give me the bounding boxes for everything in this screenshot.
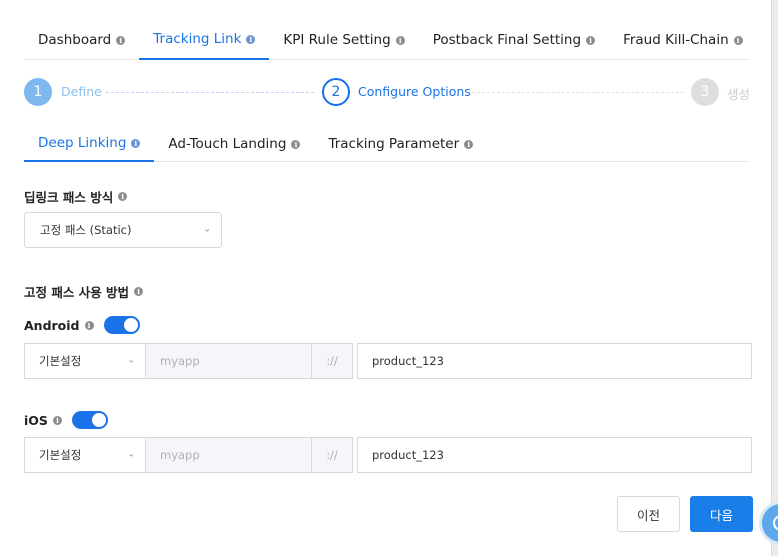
usage-title: 고정 패스 사용 방법 i (24, 282, 144, 301)
step-connector (472, 92, 684, 93)
subtab-deep-linking[interactable]: Deep Linking i (24, 126, 155, 162)
info-icon[interactable]: i (134, 287, 144, 296)
android-toggle-row: Android i (24, 316, 140, 334)
tab-label: Tracking Link (153, 31, 242, 47)
tab-tracking-link[interactable]: Tracking Link i (139, 20, 270, 60)
subtab-tracking-parameter[interactable]: Tracking Parameter i (314, 126, 487, 162)
android-scheme-input[interactable]: myapp (146, 343, 312, 379)
step-connector (106, 92, 314, 93)
tab-label: Fraud Kill-Chain (623, 32, 729, 48)
info-icon[interactable]: i (52, 415, 62, 425)
android-mode-select[interactable]: 기본설정 ⌄ (24, 343, 146, 379)
ios-label: iOS (24, 412, 48, 428)
info-icon[interactable]: i (395, 35, 405, 45)
subtab-label: Ad-Touch Landing (168, 136, 287, 152)
step-1-circle[interactable]: 1 (24, 78, 52, 106)
prev-button[interactable]: 이전 (617, 496, 680, 532)
tab-label: Postback Final Setting (432, 32, 582, 48)
path-type-title: 딥링크 패스 방식 i (24, 187, 128, 206)
path-type-value: 고정 패스 (Static) (40, 223, 132, 237)
top-tabs: Dashboard i Tracking Link i KPI Rule Set… (24, 20, 750, 60)
info-icon[interactable]: i (246, 34, 256, 44)
android-scheme-placeholder: myapp (160, 354, 200, 368)
sub-tabs: Deep Linking i Ad-Touch Landing i Tracki… (24, 126, 750, 162)
separator-text: :// (326, 354, 338, 368)
android-mode-value: 기본설정 (39, 354, 82, 368)
stepper: 1 Define 2 Configure Options 3 생성 (24, 78, 754, 108)
path-type-title-text: 딥링크 패스 방식 (24, 190, 114, 205)
toggle-knob (123, 318, 138, 332)
step-3-circle: 3 (691, 78, 719, 106)
info-icon[interactable]: i (84, 320, 94, 330)
modal: Dashboard i Tracking Link i KPI Rule Set… (0, 0, 772, 556)
android-path-value: product_123 (372, 354, 444, 368)
tab-kpi-rule-setting[interactable]: KPI Rule Setting i (269, 20, 418, 60)
android-label: Android (24, 317, 80, 333)
ios-mode-value: 기본설정 (39, 448, 82, 462)
ios-path-value: product_123 (372, 448, 444, 462)
info-icon[interactable]: i (291, 139, 301, 149)
step-2-label: Configure Options (358, 84, 471, 99)
tab-postback-final-setting[interactable]: Postback Final Setting i (419, 20, 609, 60)
ios-scheme-placeholder: myapp (160, 448, 200, 462)
subtab-ad-touch-landing[interactable]: Ad-Touch Landing i (154, 126, 314, 162)
chevron-down-icon: ⌄ (203, 224, 211, 235)
chevron-down-icon: ⌄ (127, 449, 135, 460)
tab-label: KPI Rule Setting (283, 32, 391, 48)
ios-toggle[interactable] (71, 411, 108, 429)
separator-text: :// (326, 448, 338, 462)
android-scheme-separator: :// (312, 343, 353, 379)
info-icon[interactable]: i (586, 35, 596, 45)
step-1-label[interactable]: Define (61, 84, 102, 99)
tab-fraud-kill-chain[interactable]: Fraud Kill-Chain i (609, 20, 757, 60)
step-2-circle: 2 (322, 78, 350, 106)
step-3-label: 생성 (727, 87, 751, 102)
android-toggle[interactable] (103, 316, 140, 334)
info-icon[interactable]: i (118, 192, 128, 201)
ios-mode-select[interactable]: 기본설정 ⌄ (24, 437, 146, 473)
subtab-label: Tracking Parameter (328, 136, 460, 152)
usage-title-text: 고정 패스 사용 방법 (24, 285, 130, 300)
info-icon[interactable]: i (131, 138, 141, 148)
next-button[interactable]: 다음 (690, 496, 753, 532)
android-path-input[interactable]: product_123 (357, 343, 752, 379)
info-icon[interactable]: i (733, 35, 743, 45)
help-icon (773, 515, 778, 531)
toggle-knob (91, 413, 106, 427)
ios-path-input[interactable]: product_123 (357, 437, 752, 473)
ios-scheme-row: 기본설정 ⌄ myapp :// product_123 (24, 437, 752, 473)
info-icon[interactable]: i (464, 139, 474, 149)
subtab-label: Deep Linking (38, 135, 127, 151)
info-icon[interactable]: i (116, 35, 126, 45)
android-scheme-row: 기본설정 ⌄ myapp :// product_123 (24, 343, 752, 379)
ios-scheme-input[interactable]: myapp (146, 437, 312, 473)
ios-toggle-row: iOS i (24, 411, 108, 429)
path-type-select[interactable]: 고정 패스 (Static) ⌄ (24, 212, 222, 248)
tab-label: Dashboard (38, 32, 112, 48)
ios-scheme-separator: :// (312, 437, 353, 473)
chevron-down-icon: ⌄ (127, 355, 135, 366)
tab-dashboard[interactable]: Dashboard i (24, 20, 139, 60)
